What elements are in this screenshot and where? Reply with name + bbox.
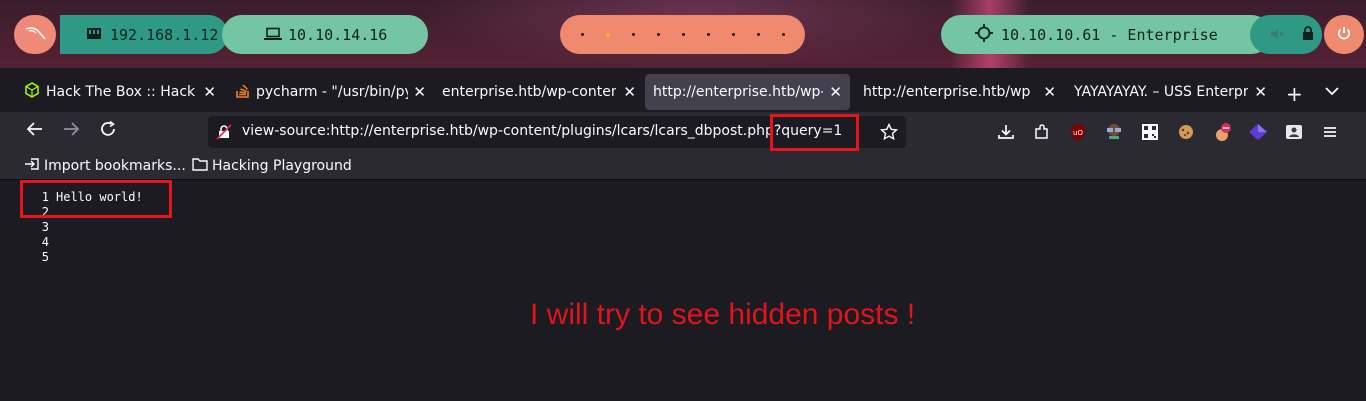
- back-icon[interactable]: [26, 120, 44, 143]
- source-line: 3: [30, 220, 56, 234]
- lan-ip: 192.168.1.12: [110, 25, 219, 44]
- bookmark-label: Import bookmarks...: [44, 158, 186, 174]
- target-label: 10.10.10.61 - Enterprise: [1001, 25, 1218, 44]
- svg-text:uO: uO: [1073, 129, 1083, 137]
- tab-label: http://enterprise.htb/wp-co: [863, 84, 1031, 100]
- network-icon: [86, 25, 102, 44]
- workspace-dot[interactable]: [681, 33, 685, 36]
- app-menu-icon[interactable]: [1321, 123, 1339, 141]
- tab-uss-enterprise[interactable]: YAYAYAYAY. – USS Enterprise ✕: [1065, 74, 1275, 110]
- user-agent-switcher-icon[interactable]: [1285, 123, 1303, 141]
- wappalyzer-icon[interactable]: [1104, 123, 1122, 141]
- workspace-dot[interactable]: [631, 33, 635, 36]
- line-number: 3: [41, 220, 49, 234]
- power-button[interactable]: [1324, 15, 1364, 54]
- workspace-dot[interactable]: [781, 33, 785, 36]
- close-tab-icon[interactable]: ✕: [623, 83, 636, 101]
- vpn-ip: 10.10.14.16: [288, 25, 388, 44]
- close-tab-icon[interactable]: ✕: [1043, 83, 1056, 101]
- kali-menu-button[interactable]: [14, 15, 56, 54]
- crosshair-icon: [975, 23, 993, 46]
- qr-code-icon[interactable]: [1141, 123, 1159, 141]
- source-line: 4: [30, 235, 56, 249]
- laptop-icon: [264, 26, 282, 45]
- os-top-bar: 192.168.1.12 10.10.14.16 10.10.10.61 - E…: [0, 0, 1366, 68]
- tab-label: YAYAYAYAY. – USS Enterprise: [1074, 84, 1248, 100]
- htb-icon: [24, 82, 40, 102]
- bookmarks-toolbar: Import bookmarks... Hacking Playground: [0, 152, 1366, 180]
- downloads-icon[interactable]: [997, 123, 1015, 141]
- new-tab-icon[interactable]: +: [1286, 82, 1303, 106]
- tab-label: Hack The Box :: Hack T: [46, 84, 196, 100]
- annotation-text: I will try to see hidden posts !: [530, 298, 916, 331]
- volume-muted-icon[interactable]: [1270, 26, 1284, 45]
- lan-ip-pill[interactable]: 192.168.1.12: [60, 15, 228, 54]
- bookmark-folder-hacking[interactable]: Hacking Playground: [192, 157, 352, 175]
- import-icon: [24, 157, 40, 175]
- query-highlight-box: [770, 114, 859, 151]
- forward-icon[interactable]: [62, 120, 80, 143]
- workspace-switcher[interactable]: [560, 15, 805, 54]
- list-all-tabs-icon[interactable]: [1325, 84, 1339, 100]
- close-tab-icon[interactable]: ✕: [413, 83, 426, 101]
- workspace-dot[interactable]: [580, 33, 584, 36]
- lock-icon[interactable]: [1302, 26, 1314, 45]
- ublock-origin-icon[interactable]: uO: [1069, 123, 1087, 141]
- power-icon: [1336, 25, 1352, 45]
- source-line: 5: [30, 250, 56, 264]
- workspace-dot[interactable]: [706, 33, 710, 36]
- folder-icon: [192, 157, 208, 175]
- tab-enterprise-wp-co[interactable]: http://enterprise.htb/wp-co ✕: [854, 74, 1064, 110]
- workspace-dot[interactable]: [731, 33, 735, 36]
- hello-world-highlight-box: [20, 180, 172, 218]
- target-pill[interactable]: 10.10.10.61 - Enterprise: [941, 15, 1271, 54]
- close-tab-icon[interactable]: ✕: [1254, 83, 1267, 101]
- system-tray[interactable]: [1250, 15, 1322, 54]
- workspace-dot[interactable]: [656, 33, 660, 36]
- close-tab-icon[interactable]: ✕: [203, 83, 216, 101]
- tab-pycharm[interactable]: pycharm - "/usr/bin/pyt ✕: [224, 74, 434, 110]
- page-info-icon[interactable]: [216, 124, 232, 144]
- tab-enterprise-wp-content[interactable]: enterprise.htb/wp-content ✕: [434, 74, 644, 110]
- hacktools-icon[interactable]: [1248, 123, 1267, 141]
- vpn-ip-pill[interactable]: 10.10.14.16: [222, 15, 428, 54]
- url-prefix: view-source:http://enterprise.htb/wp-con…: [242, 123, 774, 139]
- browser-window: Hack The Box :: Hack T ✕ pycharm - "/usr…: [0, 68, 1366, 401]
- kali-dragon-icon: [24, 25, 46, 45]
- extensions-icon[interactable]: [1033, 123, 1051, 141]
- tab-strip: Hack The Box :: Hack T ✕ pycharm - "/usr…: [12, 72, 1366, 112]
- tab-active-view-source[interactable]: http://enterprise.htb/wp-co ✕: [645, 74, 850, 110]
- tab-hackthebox[interactable]: Hack The Box :: Hack T ✕: [12, 74, 224, 110]
- close-tab-icon[interactable]: ✕: [829, 83, 842, 101]
- tab-label: http://enterprise.htb/wp-co: [653, 84, 823, 100]
- bookmark-star-icon[interactable]: [879, 122, 899, 145]
- url-text[interactable]: view-source:http://enterprise.htb/wp-con…: [242, 123, 842, 139]
- workspace-dot[interactable]: [756, 33, 760, 36]
- line-number: 4: [41, 235, 49, 249]
- tab-label: enterprise.htb/wp-content: [442, 84, 616, 100]
- bookmark-import[interactable]: Import bookmarks...: [24, 157, 186, 175]
- view-source-content: 1 Hello world! 2 3 4 5 I will try to see…: [0, 180, 1366, 401]
- reload-icon[interactable]: [99, 120, 117, 143]
- bookmark-label: Hacking Playground: [212, 158, 352, 174]
- workspace-dot-active[interactable]: [605, 32, 610, 37]
- foxyproxy-icon[interactable]: [1212, 123, 1231, 141]
- line-number: 5: [41, 250, 49, 264]
- navigation-toolbar: view-source:http://enterprise.htb/wp-con…: [0, 112, 1366, 152]
- tab-label: pycharm - "/usr/bin/pyt: [256, 84, 408, 100]
- stackoverflow-icon: [236, 82, 250, 102]
- cookie-icon[interactable]: [1177, 123, 1195, 141]
